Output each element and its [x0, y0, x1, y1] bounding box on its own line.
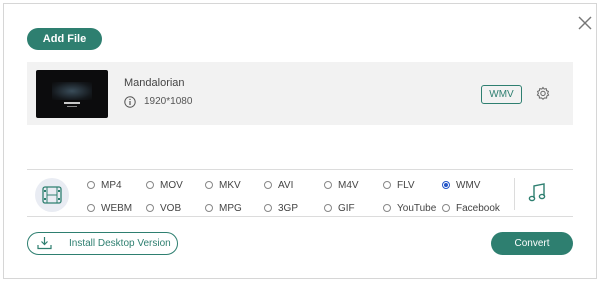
video-thumbnail: [36, 70, 108, 118]
add-file-button[interactable]: Add File: [27, 28, 102, 50]
video-format-tab[interactable]: [35, 178, 69, 212]
radio-button[interactable]: [324, 204, 332, 212]
radio-button[interactable]: [87, 204, 95, 212]
format-option-vob[interactable]: VOB: [146, 201, 181, 215]
radio-button[interactable]: [146, 181, 154, 189]
format-option-gif[interactable]: GIF: [324, 201, 355, 215]
install-desktop-button[interactable]: Install Desktop Version: [27, 232, 178, 255]
format-option-3gp[interactable]: 3GP: [264, 201, 298, 215]
radio-button[interactable]: [205, 181, 213, 189]
format-label: M4V: [338, 179, 359, 191]
format-option-facebook[interactable]: Facebook: [442, 201, 500, 215]
radio-button[interactable]: [383, 204, 391, 212]
format-label: FLV: [397, 179, 415, 191]
close-icon[interactable]: [577, 15, 593, 31]
convert-button[interactable]: Convert: [491, 232, 573, 255]
format-option-mov[interactable]: MOV: [146, 178, 183, 192]
format-label: 3GP: [278, 202, 299, 214]
music-icon[interactable]: [527, 182, 547, 204]
radio-button[interactable]: [442, 181, 450, 189]
format-option-mp4[interactable]: MP4: [87, 178, 122, 192]
output-format-badge[interactable]: WMV: [481, 85, 522, 104]
format-label: MP4: [101, 179, 122, 191]
file-item: Mandalorian 1920*1080 WMV: [27, 62, 573, 125]
format-option-flv[interactable]: FLV: [383, 178, 415, 192]
format-label: MKV: [219, 179, 241, 191]
format-label: WEBM: [101, 202, 133, 214]
file-name: Mandalorian: [124, 77, 185, 89]
format-label: YouTube: [397, 202, 437, 214]
radio-button[interactable]: [264, 204, 272, 212]
format-label: AVI: [278, 179, 294, 191]
format-label: MPG: [219, 202, 242, 214]
format-label: VOB: [160, 202, 182, 214]
info-icon[interactable]: [124, 96, 136, 108]
format-option-webm[interactable]: WEBM: [87, 201, 132, 215]
radio-button[interactable]: [264, 181, 272, 189]
install-label: Install Desktop Version: [69, 238, 171, 249]
download-icon: [37, 237, 52, 250]
format-option-m4v[interactable]: M4V: [324, 178, 359, 192]
format-option-mkv[interactable]: MKV: [205, 178, 241, 192]
file-resolution: 1920*1080: [144, 96, 193, 107]
format-option-youtube[interactable]: YouTube: [383, 201, 436, 215]
radio-button[interactable]: [205, 204, 213, 212]
radio-button[interactable]: [87, 181, 95, 189]
format-option-wmv[interactable]: WMV: [442, 178, 480, 192]
radio-button[interactable]: [442, 204, 450, 212]
video-icon: [42, 186, 62, 204]
format-label: WMV: [456, 179, 481, 191]
radio-button[interactable]: [383, 181, 391, 189]
gear-icon[interactable]: [535, 86, 551, 102]
format-label: MOV: [160, 179, 183, 191]
format-option-mpg[interactable]: MPG: [205, 201, 242, 215]
format-options: MP4 MOV MKV AVI M4V FLV WMV WEBM VOB MPG 3GP GIF You…: [87, 176, 507, 214]
format-label: Facebook: [456, 202, 500, 214]
radio-button[interactable]: [324, 181, 332, 189]
format-panel: MP4 MOV MKV AVI M4V FLV WMV WEBM VOB MPG 3GP GIF You…: [27, 169, 573, 217]
radio-button[interactable]: [146, 204, 154, 212]
format-option-avi[interactable]: AVI: [264, 178, 293, 192]
format-label: GIF: [338, 202, 355, 214]
divider: [514, 178, 515, 210]
